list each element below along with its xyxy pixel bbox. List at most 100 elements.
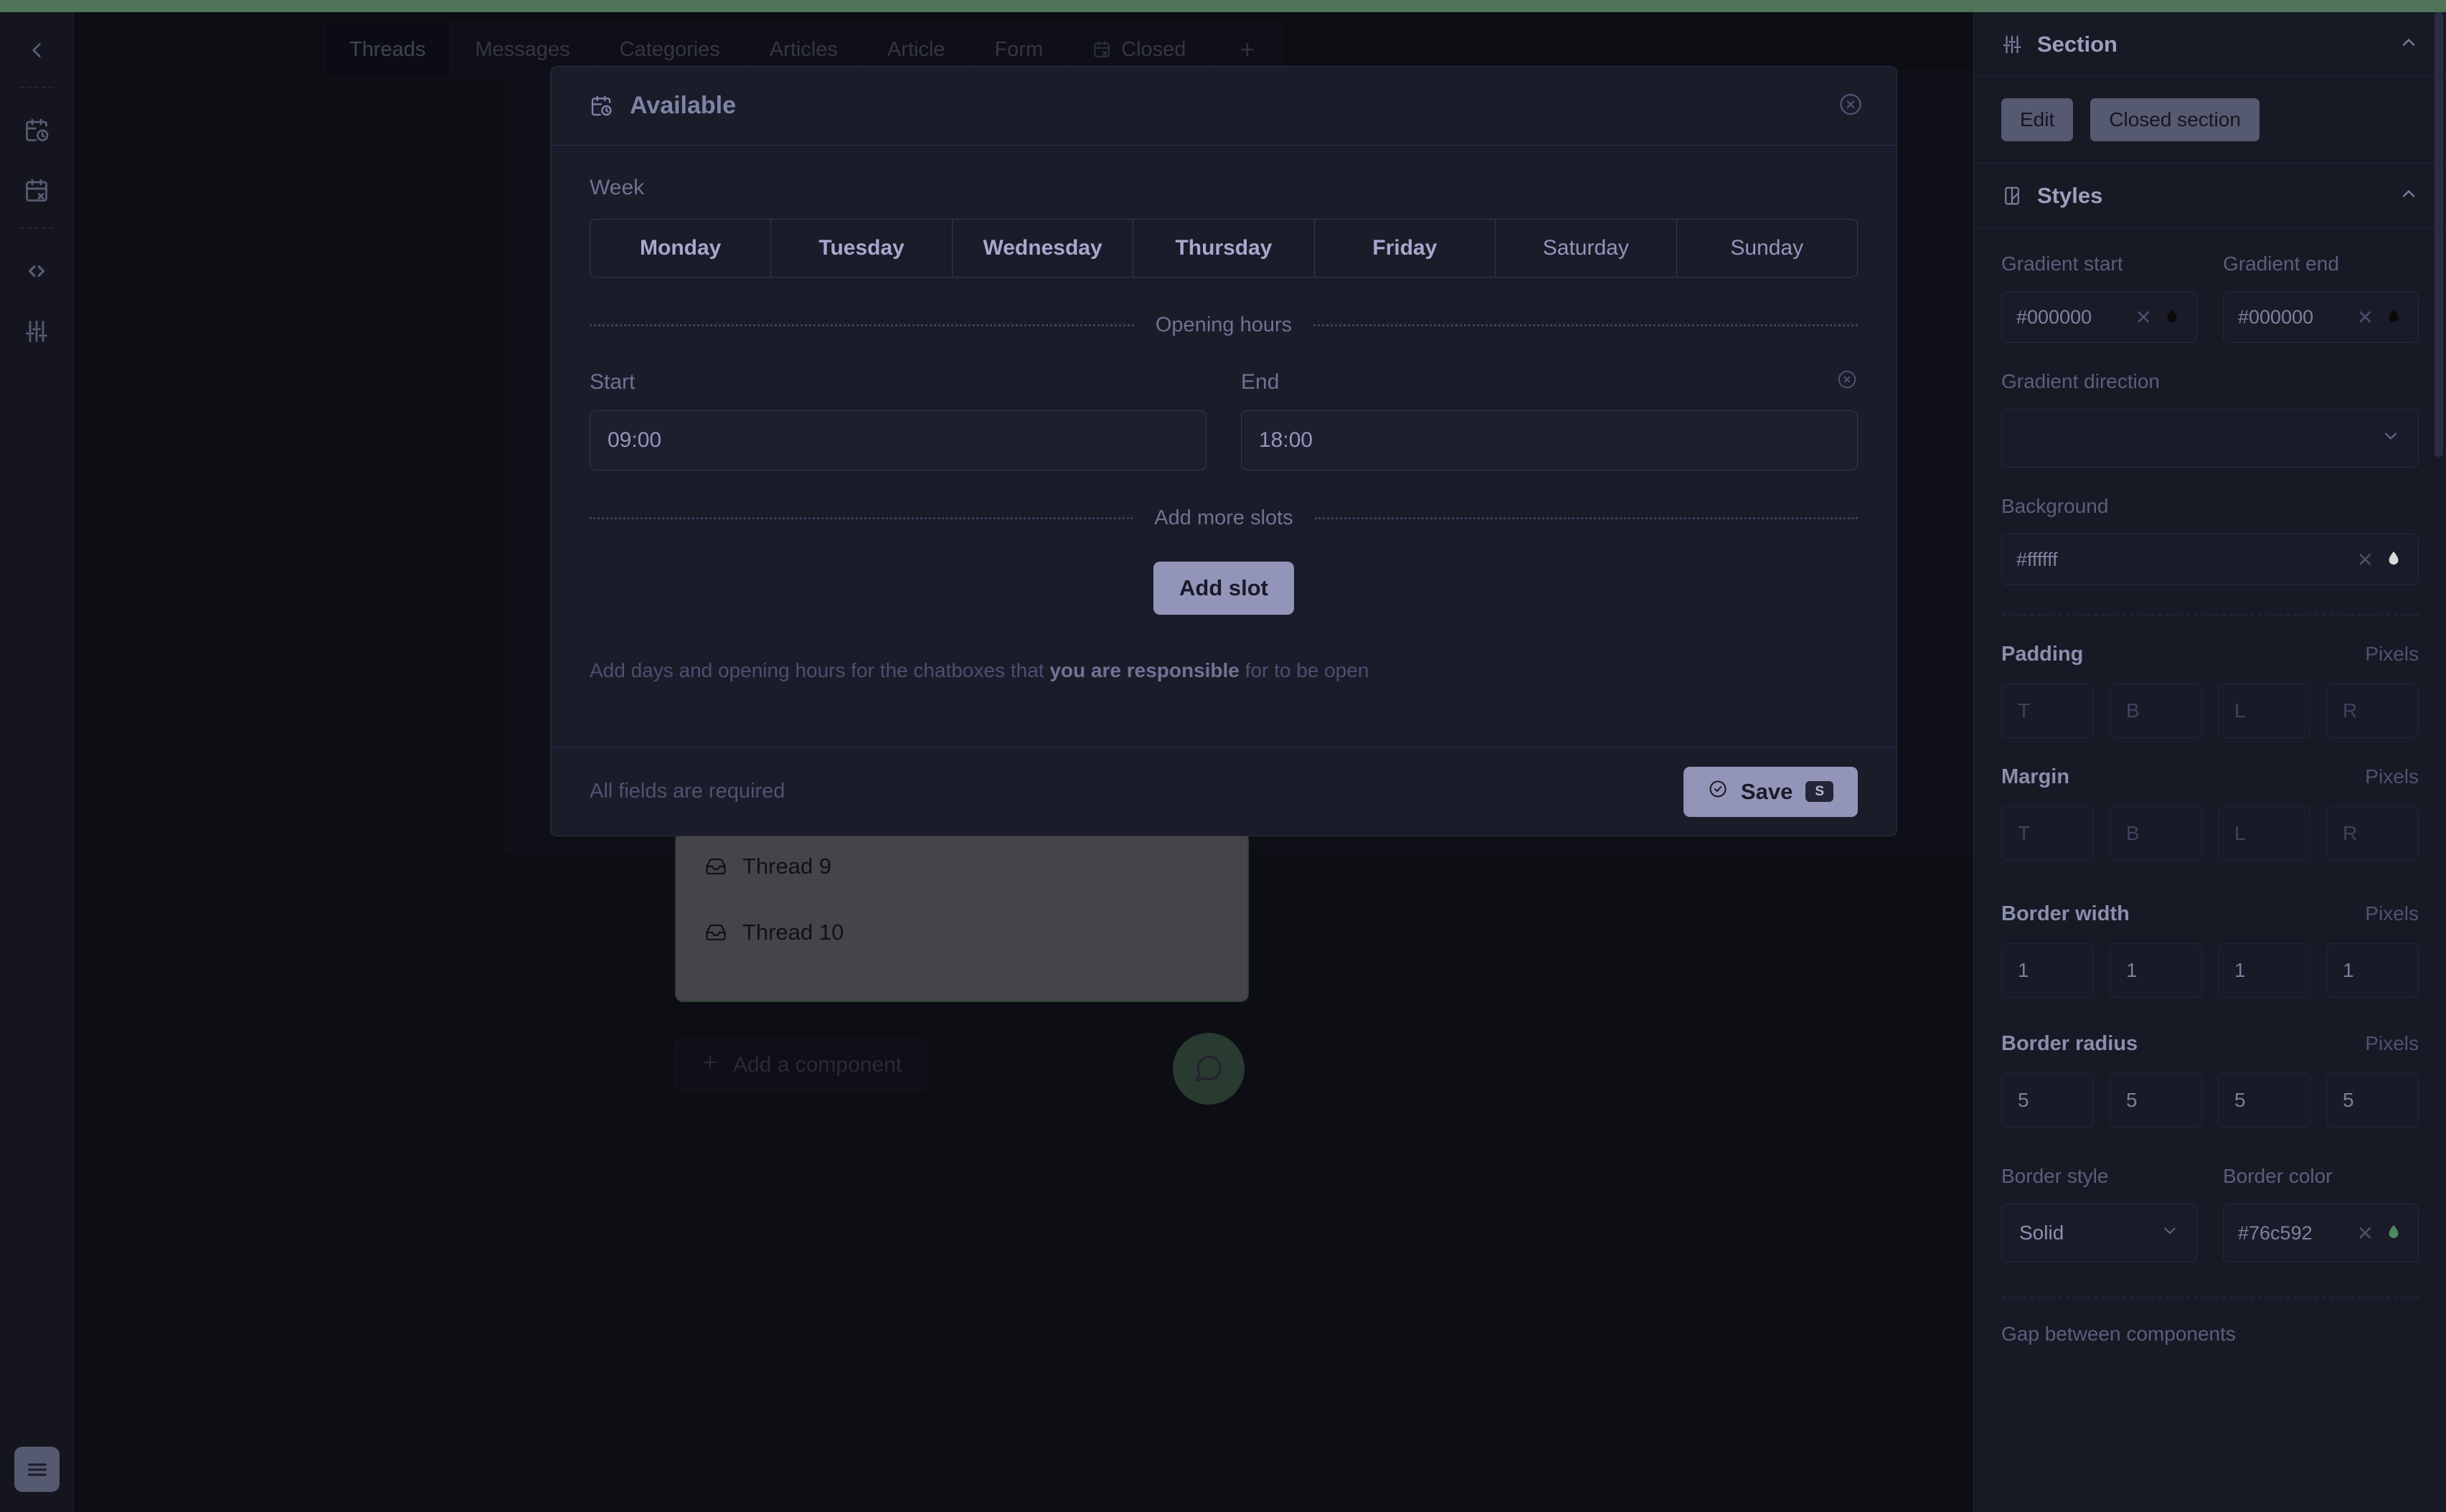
day-label: Thursday [1175, 236, 1272, 260]
border-width-bottom-input[interactable]: 1 [2110, 943, 2202, 998]
remove-slot-icon[interactable] [1836, 369, 1858, 394]
section-actions: Edit Closed section [1974, 77, 2446, 164]
end-time-input[interactable]: 18:00 [1241, 410, 1858, 471]
helper-suffix: for to be open [1239, 659, 1369, 681]
code-brackets-icon[interactable] [14, 249, 59, 293]
save-button[interactable]: Save S [1683, 766, 1858, 817]
day-wednesday[interactable]: Wednesday [953, 219, 1134, 277]
margin-unit: Pixels [2365, 765, 2419, 788]
gap-label: Gap between components [2001, 1323, 2236, 1345]
gradient-direction-group: Gradient direction [2001, 370, 2419, 468]
day-label: Friday [1372, 236, 1437, 260]
day-label: Wednesday [983, 236, 1102, 260]
border-width-left-input[interactable]: 1 [2218, 943, 2310, 998]
opening-hours-divider: Opening hours [590, 313, 1858, 337]
clear-icon[interactable]: ✕ [2357, 1222, 2374, 1245]
day-tuesday[interactable]: Tuesday [771, 219, 953, 277]
padding-left-value: L [2234, 699, 2246, 722]
color-droplet-icon[interactable] [2385, 549, 2404, 570]
border-width-label: Border width [2001, 902, 2130, 925]
edit-button[interactable]: Edit [2001, 98, 2074, 141]
background-input[interactable]: #ffffff ✕ [2001, 534, 2419, 585]
border-width-left-value: 1 [2234, 959, 2246, 981]
border-radius-tr-value: 5 [2126, 1089, 2138, 1111]
gradient-end-input[interactable]: #000000 ✕ [2223, 291, 2419, 343]
margin-bottom-input[interactable]: B [2110, 806, 2202, 861]
modal-body: Week Monday Tuesday Wednesday Thursday F… [551, 146, 1897, 747]
section-accordion-header[interactable]: Section [1974, 12, 2446, 77]
gradient-start-input[interactable]: #000000 ✕ [2001, 291, 2197, 343]
panel-scrollbar[interactable] [2435, 12, 2443, 457]
padding-right-input[interactable]: R [2326, 684, 2419, 738]
padding-header: Padding Pixels [2001, 643, 2419, 666]
margin-top-input[interactable]: T [2001, 806, 2094, 861]
color-droplet-icon[interactable] [2163, 306, 2182, 328]
padding-bottom-input[interactable]: B [2110, 684, 2202, 738]
closed-section-label: Closed section [2109, 108, 2241, 131]
day-saturday[interactable]: Saturday [1496, 219, 1677, 277]
border-width-top-input[interactable]: 1 [2001, 943, 2094, 998]
background-value: #ffffff [2016, 548, 2058, 570]
day-monday[interactable]: Monday [590, 219, 772, 277]
border-width-header: Border width Pixels [2001, 902, 2419, 926]
section-button-row: Edit Closed section [2001, 98, 2419, 141]
save-label: Save [1740, 778, 1793, 804]
sliders-icon[interactable] [14, 309, 59, 354]
add-slot-button[interactable]: Add slot [1153, 562, 1294, 615]
add-more-slots-divider: Add more slots [590, 506, 1859, 530]
hamburger-menu-icon[interactable] [14, 1447, 60, 1492]
border-color-input[interactable]: #76c592 ✕ [2223, 1204, 2419, 1262]
margin-inputs: T B L R [2001, 806, 2419, 861]
back-chevron-icon[interactable] [14, 28, 59, 72]
calendar-clock-icon[interactable] [14, 108, 59, 153]
padding-left-input[interactable]: L [2218, 684, 2310, 738]
clear-icon[interactable]: ✕ [2357, 306, 2374, 329]
styles-divider [2001, 614, 2419, 615]
chevron-up-icon[interactable] [2399, 32, 2419, 56]
padding-top-input[interactable]: T [2001, 684, 2094, 738]
close-circle-icon[interactable] [1838, 91, 1864, 121]
border-width-right-value: 1 [2343, 959, 2354, 981]
day-thursday[interactable]: Thursday [1133, 219, 1315, 277]
border-radius-bl-input[interactable]: 5 [2218, 1073, 2310, 1128]
day-label: Saturday [1542, 236, 1629, 260]
border-color-value: #76c592 [2238, 1222, 2313, 1244]
color-droplet-icon[interactable] [2385, 306, 2404, 328]
border-width-bottom-value: 1 [2126, 959, 2138, 981]
available-modal: Available Week Monday Tuesday Wednesday … [550, 66, 1897, 836]
divider-line [1313, 324, 1858, 326]
border-radius-tr-input[interactable]: 5 [2110, 1073, 2202, 1128]
clear-icon[interactable]: ✕ [2357, 548, 2374, 572]
modal-footer: All fields are required Save S [551, 747, 1897, 836]
required-note: All fields are required [590, 780, 785, 803]
helper-bold: you are responsible [1049, 659, 1239, 681]
divider-line [590, 517, 1133, 519]
start-time-input[interactable]: 09:00 [590, 410, 1207, 471]
helper-text: Add days and opening hours for the chatb… [590, 659, 1858, 682]
margin-header: Margin Pixels [2001, 765, 2419, 789]
calendar-x-icon[interactable] [14, 169, 59, 213]
margin-right-input[interactable]: R [2326, 806, 2419, 861]
gradient-direction-select[interactable] [2001, 409, 2419, 468]
margin-left-input[interactable]: L [2218, 806, 2310, 861]
page-title: Available [630, 92, 737, 119]
border-style-label: Border style [2001, 1165, 2109, 1187]
border-style-group: Border style Solid [2001, 1165, 2197, 1262]
styles-accordion-header[interactable]: Styles [1974, 164, 2446, 228]
border-width-right-input[interactable]: 1 [2326, 943, 2419, 998]
day-friday[interactable]: Friday [1315, 219, 1496, 277]
padding-right-value: R [2343, 699, 2358, 722]
clear-icon[interactable]: ✕ [2135, 306, 2152, 329]
color-droplet-icon[interactable] [2385, 1222, 2404, 1244]
end-label: End [1241, 370, 1280, 394]
edit-label: Edit [2020, 108, 2055, 131]
border-style-select[interactable]: Solid [2001, 1204, 2197, 1262]
day-sunday[interactable]: Sunday [1677, 219, 1857, 277]
day-label: Monday [640, 236, 722, 260]
border-radius-br-input[interactable]: 5 [2326, 1073, 2419, 1128]
gradient-start-label: Gradient start [2001, 252, 2123, 275]
border-radius-tl-input[interactable]: 5 [2001, 1073, 2094, 1128]
section-title: Section [2037, 31, 2117, 57]
closed-section-button[interactable]: Closed section [2090, 98, 2260, 141]
chevron-up-icon[interactable] [2399, 184, 2419, 207]
